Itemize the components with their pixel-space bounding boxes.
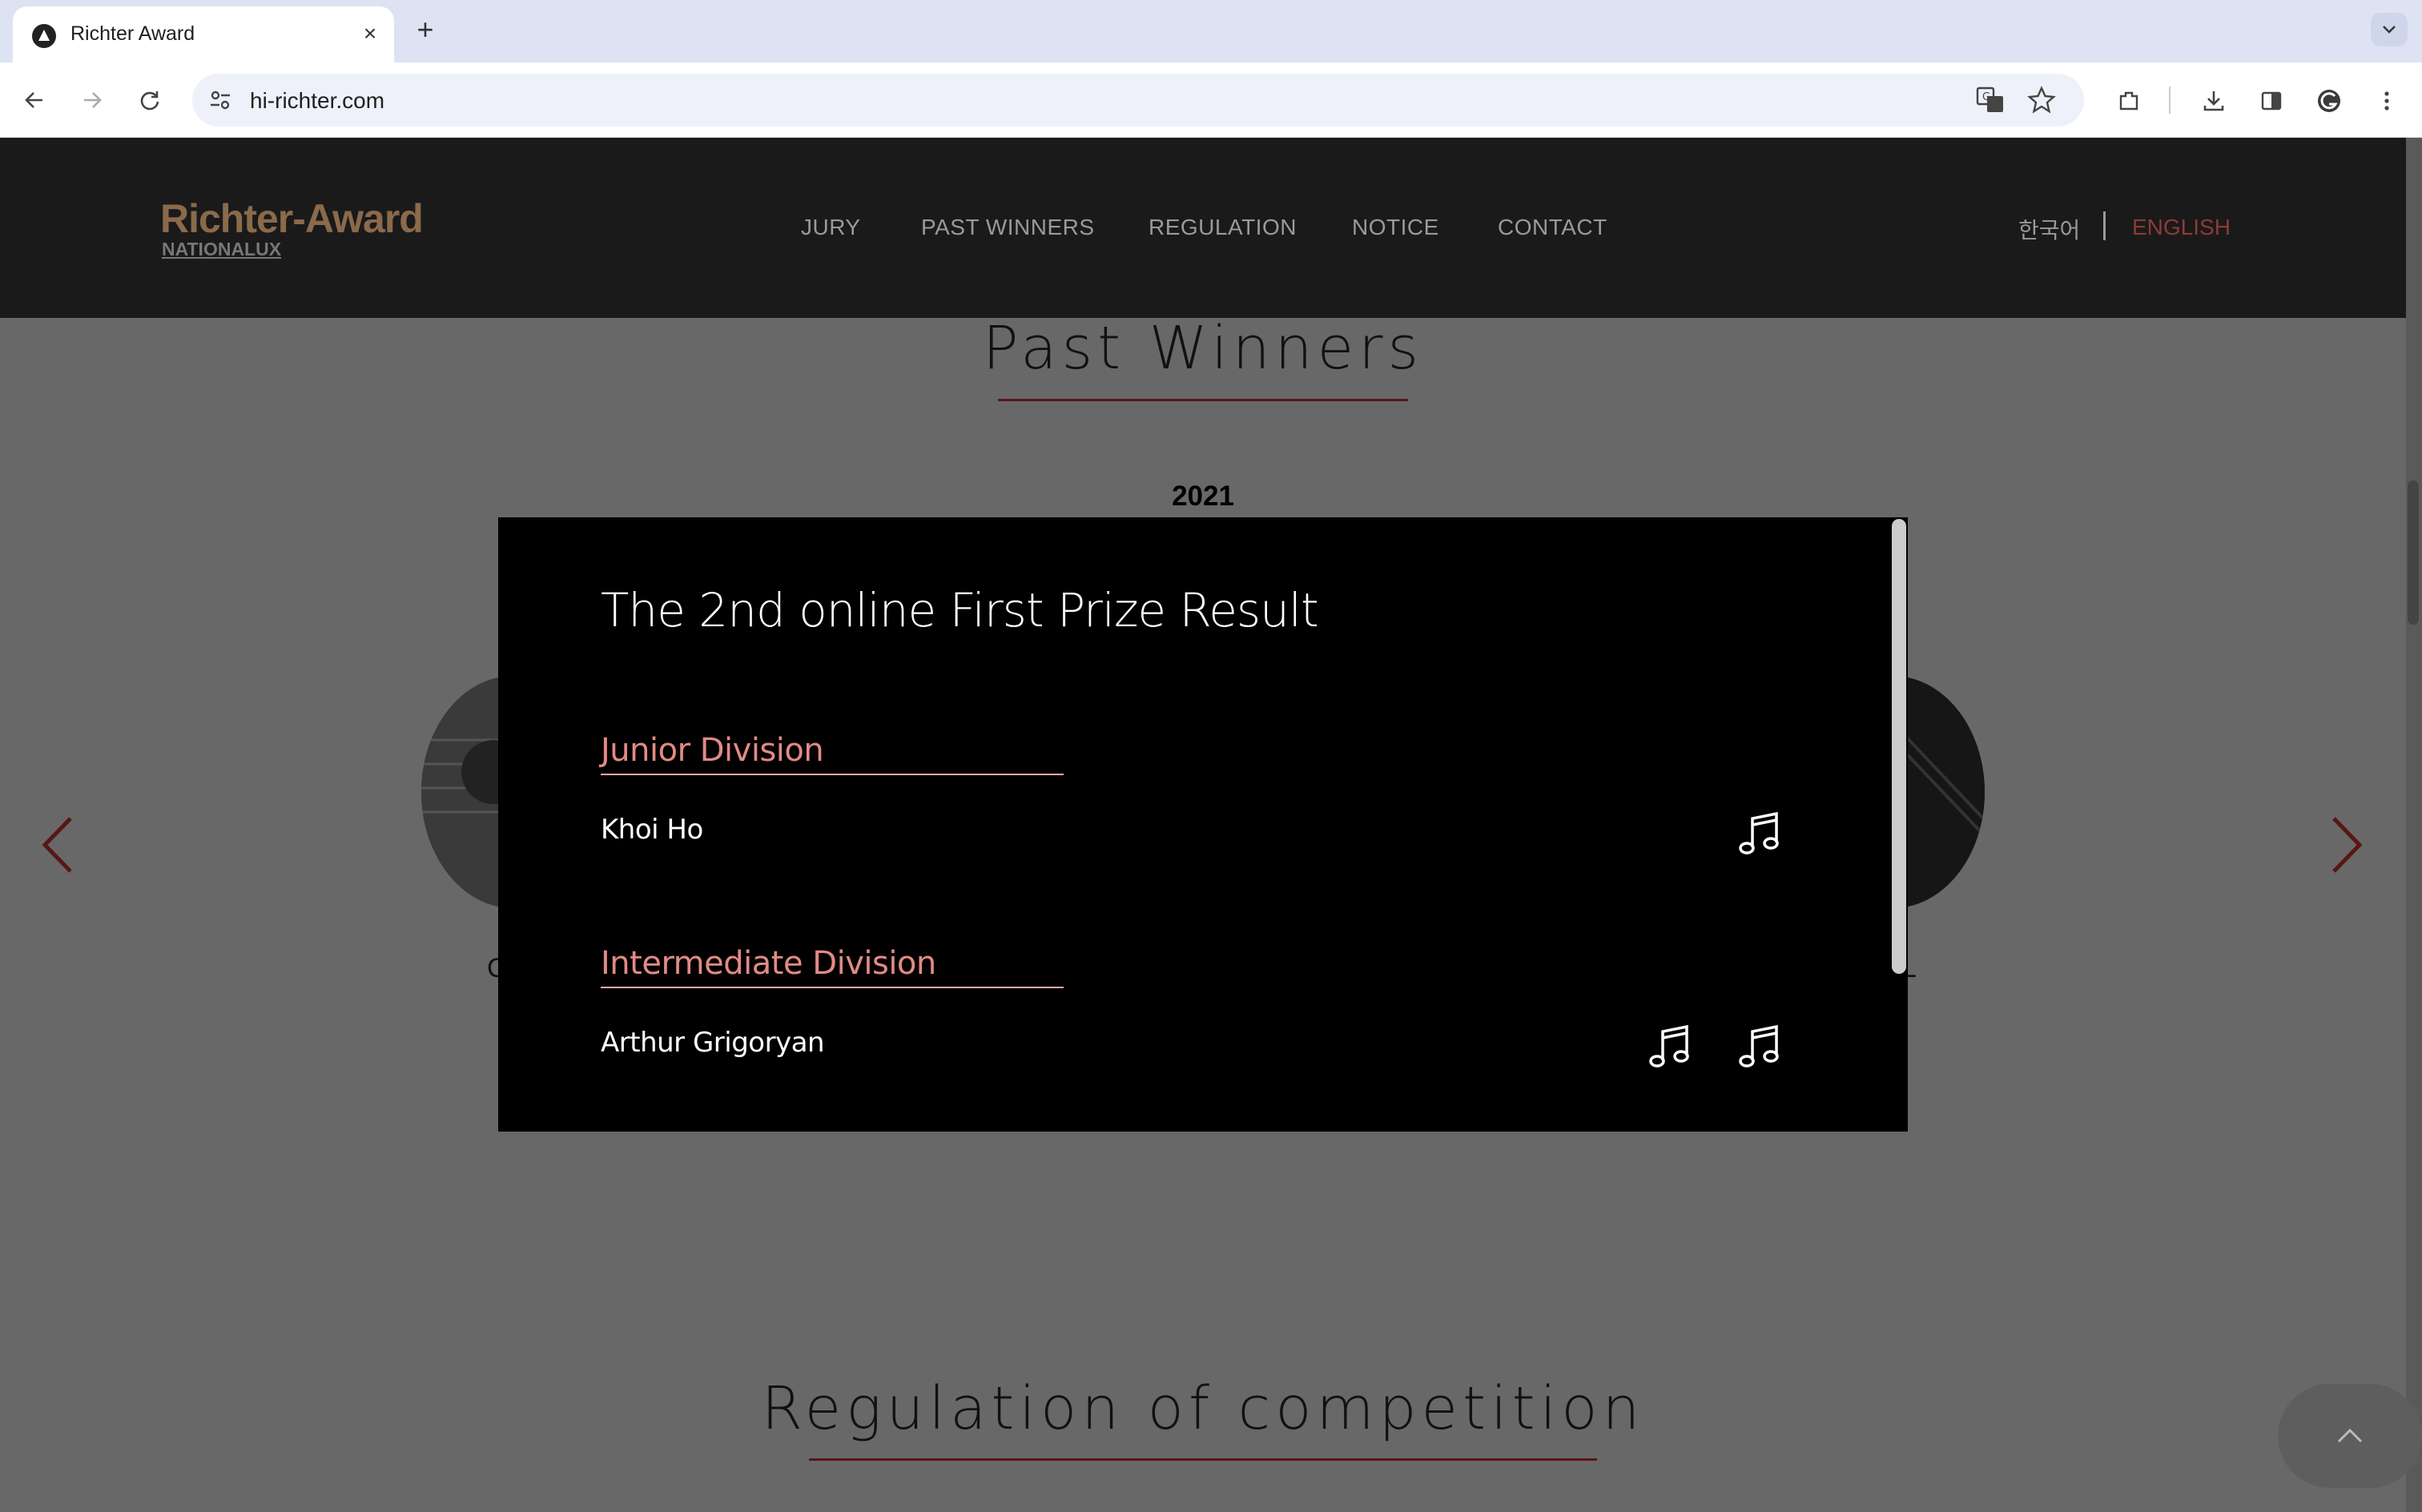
division-title-junior: Junior Division [601,732,824,769]
carousel-prev-button[interactable] [34,809,82,881]
translate-icon[interactable]: G [1975,85,2006,115]
chevron-down-icon [2383,26,2396,34]
year-label: 2021 [1172,481,1234,512]
nav-notice[interactable]: NOTICE [1352,215,1439,240]
winner-name-junior: Khoi Ho [601,814,703,846]
result-modal: The 2nd online First Prize Result Junior… [498,517,1908,1132]
toolbar-divider [2169,86,2171,114]
more-vertical-icon [2384,91,2389,111]
address-bar[interactable]: hi-richter.com G [192,74,2084,127]
arrow-right-icon [84,92,102,108]
tab-title: Richter Award [70,22,195,45]
back-button[interactable] [16,82,53,119]
page-scrollbar[interactable] [2406,138,2422,1512]
music-note-icon[interactable] [1648,1022,1695,1070]
download-icon [2203,91,2224,111]
music-note-icon[interactable] [1738,809,1784,857]
nav-jury[interactable]: JURY [801,215,861,240]
site-info-icon[interactable] [207,86,234,114]
site-logo[interactable]: Richter-Award [160,195,424,242]
puzzle-icon [2119,91,2138,111]
avatar-icon [2318,90,2340,112]
regulation-heading: Regulation of competition [761,1374,1645,1443]
chevron-up-icon [2337,1428,2363,1443]
nav-past-winners[interactable]: PAST WINNERS [921,215,1095,240]
language-separator [2103,211,2106,240]
regulation-underline [809,1458,1597,1461]
browser-toolbar: hi-richter.com G [0,62,2422,138]
browser-menu-button[interactable] [2368,82,2404,119]
downloads-button[interactable] [2195,82,2231,119]
site-favicon-icon [32,24,56,48]
tab-search-button[interactable] [2371,13,2408,46]
side-panel-button[interactable] [2252,82,2289,119]
url-text[interactable]: hi-richter.com [250,88,384,114]
music-note-icon[interactable] [1738,1022,1784,1070]
profile-avatar[interactable] [2310,82,2347,119]
past-winners-heading: Past Winners [982,314,1424,383]
scroll-to-top-button[interactable] [2278,1384,2422,1488]
division-underline-junior [601,774,1064,775]
site-logo-subtitle[interactable]: NATIONALUX [162,239,281,260]
language-english[interactable]: ENGLISH [2132,215,2231,240]
browser-tab[interactable]: Richter Award × [13,6,394,62]
division-underline-intermediate [601,987,1064,988]
side-panel-icon [2261,91,2282,111]
nav-contact[interactable]: CONTACT [1498,215,1607,240]
browser-tab-bar: Richter Award × + [0,0,2422,62]
chevron-left-icon [42,817,72,873]
svg-text:G: G [1982,91,1990,103]
forward-button[interactable] [74,82,111,119]
extensions-button[interactable] [2110,82,2146,119]
nav-regulation[interactable]: REGULATION [1149,215,1297,240]
bookmark-star-icon[interactable] [2026,85,2057,115]
site-header: Richter-Award NATIONALUX JURY PAST WINNE… [0,138,2406,318]
tab-close-icon[interactable]: × [356,19,384,48]
modal-title: The 2nd online First Prize Result [601,583,1319,637]
past-winners-underline [998,399,1408,401]
arrow-left-icon [25,92,42,108]
winner-name-intermediate: Arthur Grigoryan [601,1027,825,1059]
modal-scrollbar-thumb[interactable] [1892,519,1906,974]
chevron-right-icon [2332,817,2363,873]
reload-button[interactable] [131,82,168,119]
language-korean[interactable]: 한국어 [2018,213,2080,245]
carousel-next-button[interactable] [2323,809,2371,881]
division-title-intermediate: Intermediate Division [601,945,936,982]
reload-icon [140,91,159,111]
page-scrollbar-thumb[interactable] [2408,481,2419,625]
new-tab-button[interactable]: + [408,13,442,46]
